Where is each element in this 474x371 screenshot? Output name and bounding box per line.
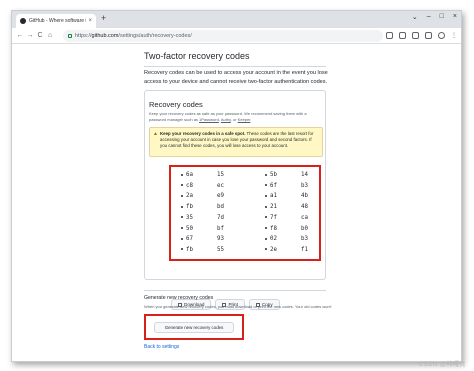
- bullet-icon: [181, 173, 183, 176]
- window-controls: ⌄ – □ ×: [412, 13, 457, 21]
- recovery-code: ca: [301, 214, 308, 221]
- url-host: github.com: [91, 33, 119, 39]
- recovery-code: 7f: [265, 215, 277, 221]
- warning-bold: Keep your recovery codes in a safe spot.: [160, 131, 246, 136]
- recovery-code: 15: [217, 172, 224, 178]
- bullet-icon: [265, 227, 267, 229]
- recovery-code: b0: [301, 225, 308, 232]
- recovery-code: b3: [301, 182, 308, 189]
- browser-window: GitHub - Where software i × + ⌄ – □ × ← …: [11, 10, 462, 362]
- browser-tab[interactable]: GitHub - Where software i ×: [16, 14, 96, 28]
- recovery-code: 2e: [265, 247, 277, 253]
- bullet-icon: [265, 237, 267, 240]
- recovery-code: f1: [301, 246, 308, 253]
- recovery-codes-description: Keep your recovery codes as safe as your…: [149, 111, 307, 122]
- warning-flash: ▲ Keep your recovery codes in a safe spo…: [149, 127, 323, 157]
- tab-search-icon[interactable]: ⌄: [412, 13, 418, 21]
- recovery-code: 7d: [217, 214, 224, 221]
- divider: [144, 290, 326, 291]
- tab-title: GitHub - Where software i: [29, 18, 87, 24]
- recovery-code: c8: [181, 183, 193, 189]
- github-icon: [20, 18, 26, 24]
- recovery-codes-list: 6a c8 2a fb 35 50 67 fb 15 ec e9 bd 7d bf 93 55 5b 6f a1 21…: [169, 165, 321, 261]
- generate-description: When you generate new recovery codes, yo…: [144, 304, 332, 309]
- generate-highlight: Generate new recovery codes: [144, 314, 244, 340]
- recovery-code: 35: [181, 215, 193, 221]
- recovery-code: 2a: [181, 193, 193, 199]
- maximize-button[interactable]: □: [440, 13, 444, 21]
- alert-icon: ▲: [153, 131, 158, 137]
- new-tab-button[interactable]: +: [101, 13, 106, 23]
- recovery-code: 21: [265, 204, 277, 210]
- recovery-code: 6a: [181, 172, 193, 178]
- recovery-code: 55: [217, 246, 224, 253]
- bullet-icon: [181, 248, 183, 251]
- recovery-code: 6f: [265, 183, 277, 189]
- forward-icon[interactable]: →: [25, 32, 35, 39]
- tab-close-icon[interactable]: ×: [88, 18, 92, 24]
- recovery-code: bf: [217, 225, 224, 232]
- back-to-settings-link[interactable]: Back to settings: [144, 344, 179, 350]
- bullet-icon: [265, 216, 267, 219]
- recovery-code: 02: [265, 236, 277, 242]
- recovery-code: 4b: [301, 193, 308, 200]
- recovery-codes-box: Recovery codes Keep your recovery codes …: [144, 90, 326, 310]
- generate-codes-button[interactable]: Generate new recovery codes: [154, 322, 234, 333]
- watermark: CSDN @韩曙亮: [418, 362, 466, 368]
- recovery-code: bd: [217, 204, 224, 211]
- recovery-code: f8: [265, 226, 277, 232]
- close-window-button[interactable]: ×: [453, 13, 457, 21]
- recovery-codes-heading: Recovery codes: [149, 100, 203, 109]
- bookmark-icon[interactable]: [399, 32, 406, 39]
- bullet-icon: [181, 194, 183, 197]
- browser-toolbar: ← → C ⌂ https:// github.com /settings/au…: [12, 28, 461, 44]
- lock-icon: [68, 34, 72, 38]
- extensions-icon[interactable]: [412, 32, 419, 39]
- recovery-code: 14: [301, 172, 308, 178]
- bullet-icon: [265, 194, 267, 197]
- menu-icon[interactable]: ⋮: [451, 32, 457, 39]
- recovery-code: 93: [217, 236, 224, 243]
- recovery-code: 5b: [265, 172, 277, 178]
- translate-icon[interactable]: [386, 32, 393, 39]
- minimize-button[interactable]: –: [427, 13, 431, 21]
- generate-heading: Generate new recovery codes: [144, 295, 214, 301]
- recovery-code: 67: [181, 236, 193, 242]
- bullet-icon: [265, 184, 267, 187]
- bullet-icon: [181, 205, 183, 208]
- recovery-code: fb: [181, 204, 193, 210]
- url-scheme: https://: [75, 33, 92, 39]
- tab-strip: GitHub - Where software i × + ⌄ – □ ×: [12, 11, 461, 28]
- bullet-icon: [181, 227, 183, 229]
- recovery-code: b3: [301, 236, 308, 243]
- recovery-code: fb: [181, 247, 193, 253]
- bullet-icon: [181, 237, 183, 240]
- sidebar-icon[interactable]: [425, 32, 432, 39]
- recovery-code: 48: [301, 204, 308, 211]
- divider: [144, 66, 326, 67]
- recovery-code: 50: [181, 226, 193, 232]
- profile-avatar-icon[interactable]: [438, 32, 445, 39]
- recovery-code: ec: [217, 182, 224, 189]
- bullet-icon: [181, 216, 183, 219]
- recovery-code: e9: [217, 193, 224, 200]
- reload-icon[interactable]: C: [35, 32, 45, 39]
- bullet-icon: [265, 173, 267, 176]
- home-icon[interactable]: ⌂: [45, 32, 55, 39]
- recovery-code: a1: [265, 193, 277, 199]
- link-authy[interactable]: Authy: [221, 117, 231, 122]
- page-title: Two-factor recovery codes: [144, 51, 250, 61]
- url-path: /settings/auth/recovery-codes/: [118, 33, 192, 39]
- toolbar-actions: ⋮: [386, 32, 457, 39]
- address-bar[interactable]: https:// github.com /settings/auth/recov…: [63, 30, 383, 42]
- link-keeper[interactable]: Keeper: [238, 117, 251, 122]
- bullet-icon: [265, 248, 267, 251]
- intro-text: Recovery codes can be used to access you…: [144, 70, 328, 85]
- link-1password[interactable]: 1Password: [199, 117, 219, 122]
- bullet-icon: [265, 205, 267, 208]
- bullet-icon: [181, 184, 183, 187]
- back-icon[interactable]: ←: [15, 32, 25, 39]
